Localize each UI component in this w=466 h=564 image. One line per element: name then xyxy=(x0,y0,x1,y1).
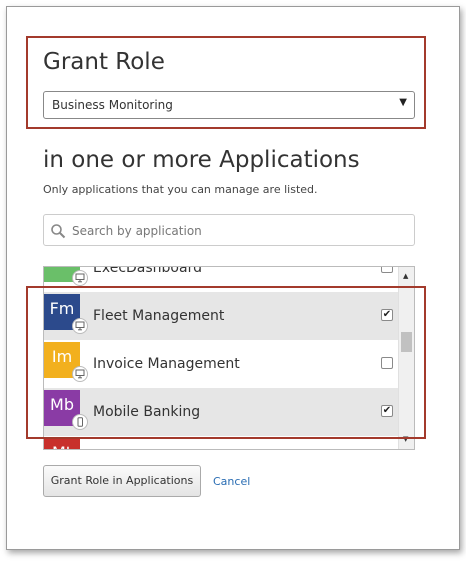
application-list[interactable]: ExecDashboard Fm Fleet Management ✔ Im Invoic… xyxy=(43,266,415,450)
applications-hint: Only applications that you can manage ar… xyxy=(43,183,318,196)
scroll-up-icon[interactable]: ▲ xyxy=(403,272,408,280)
monitor-icon xyxy=(72,366,88,382)
app-checkbox[interactable] xyxy=(381,357,393,369)
search-box[interactable] xyxy=(43,214,415,246)
monitor-icon xyxy=(72,318,88,334)
list-item[interactable]: Mb Mobile Banking ✔ xyxy=(44,388,398,436)
scrollbar-thumb[interactable] xyxy=(401,332,412,352)
list-scrollbar[interactable]: ▲ ▼ xyxy=(398,267,414,449)
dropdown-arrow-icon: ▼ xyxy=(399,97,407,108)
monitor-icon xyxy=(72,270,88,286)
role-select[interactable]: Business Monitoring ▼ xyxy=(43,91,415,119)
app-avatar: Mt xyxy=(44,438,80,449)
app-name: Invoice Management xyxy=(93,356,240,372)
app-name: Mobile Banking xyxy=(93,404,201,420)
applications-heading: in one or more Applications xyxy=(43,147,360,173)
list-item[interactable]: Mt xyxy=(44,436,398,449)
app-name: ExecDashboard xyxy=(93,266,202,276)
app-checkbox[interactable]: ✔ xyxy=(381,405,393,417)
cancel-link[interactable]: Cancel xyxy=(213,475,250,488)
search-input[interactable] xyxy=(72,221,402,241)
list-item[interactable]: Im Invoice Management xyxy=(44,340,398,388)
app-checkbox[interactable] xyxy=(381,267,393,273)
role-select-value: Business Monitoring xyxy=(52,98,173,112)
grant-role-button[interactable]: Grant Role in Applications xyxy=(43,465,201,497)
search-icon xyxy=(51,224,66,239)
application-list-items: ExecDashboard Fm Fleet Management ✔ Im Invoic… xyxy=(44,266,398,449)
grant-role-dialog: Grant Role Business Monitoring ▼ in one … xyxy=(6,6,460,550)
mobile-icon xyxy=(72,414,88,430)
app-name: Fleet Management xyxy=(93,308,225,324)
app-checkbox[interactable]: ✔ xyxy=(381,309,393,321)
list-item[interactable]: ExecDashboard xyxy=(44,266,398,292)
list-item[interactable]: Fm Fleet Management ✔ xyxy=(44,292,398,340)
dialog-title: Grant Role xyxy=(43,49,165,75)
scroll-down-icon[interactable]: ▼ xyxy=(403,435,408,443)
